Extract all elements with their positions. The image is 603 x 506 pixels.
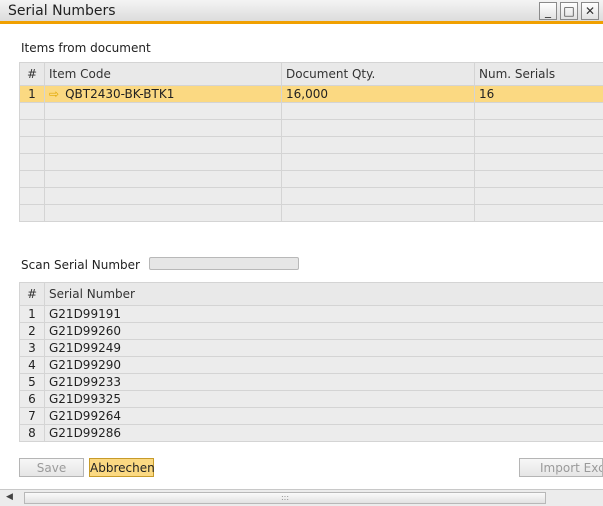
table-row[interactable] — [19, 170, 603, 188]
row-number: 1 — [19, 85, 45, 103]
table-row[interactable]: 8 G21D99286 — [19, 424, 603, 442]
serials-grid: # Serial Number 1 G21D99191 2 G21D99260 3 G21… — [19, 282, 603, 442]
serials-col-serial-number[interactable]: Serial Number — [44, 282, 603, 306]
document-qty-cell[interactable]: 16,000 — [281, 85, 475, 103]
serial-row-number: 8 — [19, 424, 45, 442]
table-row[interactable] — [19, 153, 603, 171]
table-row[interactable]: 4 G21D99290 — [19, 356, 603, 374]
serial-row-number: 5 — [19, 373, 45, 391]
items-from-document-label: Items from document — [21, 41, 151, 55]
table-row[interactable] — [19, 204, 603, 222]
serial-number-cell[interactable]: G21D99264 — [44, 407, 603, 425]
scrollbar-thumb[interactable]: ::: — [24, 492, 546, 504]
scan-serial-number-input[interactable] — [149, 257, 299, 270]
table-row[interactable] — [19, 119, 603, 137]
items-col-item-code[interactable]: Item Code — [44, 62, 282, 86]
table-row[interactable] — [19, 187, 603, 205]
minimize-button[interactable]: _ — [539, 2, 557, 20]
item-code-cell[interactable]: ⇨ QBT2430-BK-BTK1 — [44, 85, 282, 103]
table-row[interactable] — [19, 136, 603, 154]
serial-number-cell[interactable]: G21D99290 — [44, 356, 603, 374]
serial-number-cell[interactable]: G21D99191 — [44, 305, 603, 323]
table-row[interactable]: 2 G21D99260 — [19, 322, 603, 340]
table-row[interactable]: 7 G21D99264 — [19, 407, 603, 425]
cancel-button[interactable]: Abbrechen — [89, 458, 155, 477]
table-row[interactable]: 1 ⇨ QBT2430-BK-BTK1 16,000 16 — [19, 85, 603, 103]
items-col-number[interactable]: # — [19, 62, 45, 86]
import-excel-button[interactable]: Import Exc — [519, 458, 603, 477]
grip-icon: ::: — [280, 493, 290, 502]
table-row[interactable]: 1 G21D99191 — [19, 305, 603, 323]
serial-row-number: 7 — [19, 407, 45, 425]
serial-row-number: 4 — [19, 356, 45, 374]
serial-number-cell[interactable]: G21D99260 — [44, 322, 603, 340]
save-button[interactable]: Save — [19, 458, 84, 477]
serial-number-cell[interactable]: G21D99286 — [44, 424, 603, 442]
table-row[interactable]: 6 G21D99325 — [19, 390, 603, 408]
serials-col-number[interactable]: # — [19, 282, 45, 306]
table-row[interactable]: 3 G21D99249 — [19, 339, 603, 357]
scroll-left-icon[interactable]: ◀ — [6, 492, 13, 502]
link-arrow-icon[interactable]: ⇨ — [49, 87, 59, 101]
item-code-value: QBT2430-BK-BTK1 — [65, 87, 175, 101]
close-button[interactable]: ✕ — [581, 2, 599, 20]
items-col-num-serials[interactable]: Num. Serials — [474, 62, 603, 86]
horizontal-scrollbar[interactable]: ◀ ::: — [0, 489, 603, 506]
title-bar: Serial Numbers _ □ ✕ — [0, 0, 603, 24]
maximize-button[interactable]: □ — [560, 2, 578, 20]
scan-serial-number-label: Scan Serial Number — [21, 258, 140, 272]
items-grid: # Item Code Document Qty. Num. Serials 1… — [19, 62, 603, 222]
table-row[interactable] — [19, 102, 603, 120]
table-row[interactable]: 5 G21D99233 — [19, 373, 603, 391]
serial-row-number: 3 — [19, 339, 45, 357]
window-title: Serial Numbers — [8, 3, 116, 19]
serial-number-cell[interactable]: G21D99233 — [44, 373, 603, 391]
num-serials-cell[interactable]: 16 — [474, 85, 603, 103]
items-col-document-qty[interactable]: Document Qty. — [281, 62, 475, 86]
serial-row-number: 2 — [19, 322, 45, 340]
serial-number-cell[interactable]: G21D99249 — [44, 339, 603, 357]
serial-number-cell[interactable]: G21D99325 — [44, 390, 603, 408]
serial-row-number: 1 — [19, 305, 45, 323]
serial-row-number: 6 — [19, 390, 45, 408]
